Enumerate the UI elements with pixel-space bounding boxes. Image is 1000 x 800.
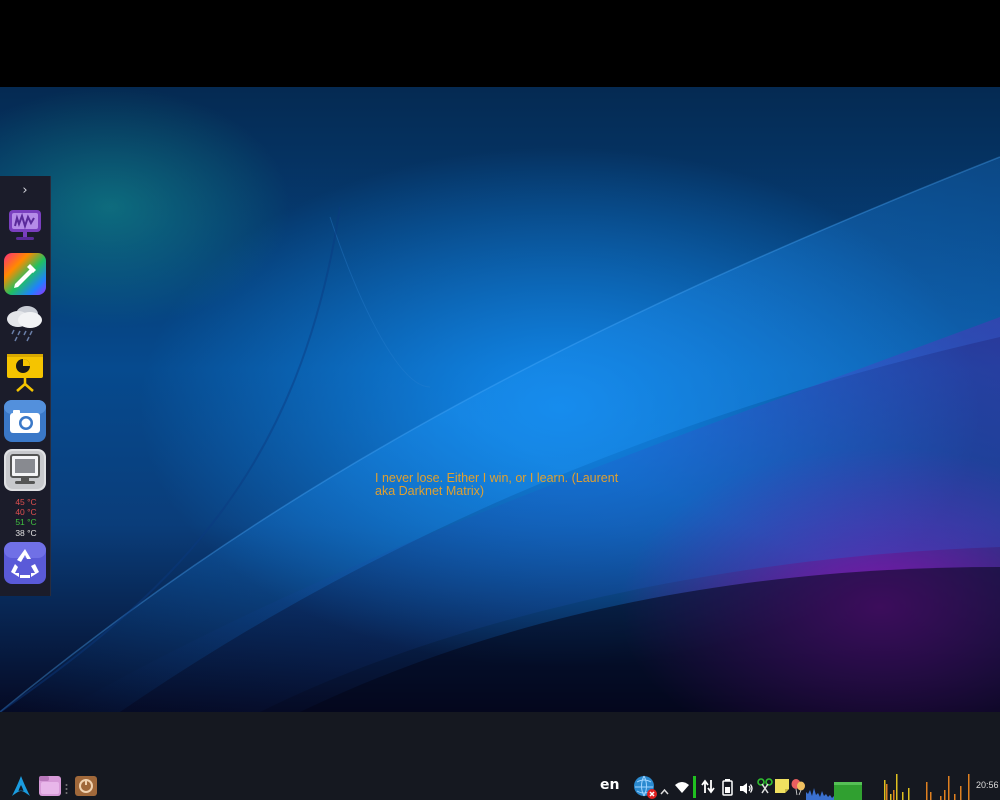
clipboard-icon[interactable] [757, 778, 773, 794]
temperature-value: 45 °C [15, 497, 37, 507]
temperature-value: 40 °C [15, 507, 37, 518]
notes-icon[interactable] [774, 778, 790, 794]
desktop-wallpaper: I never lose. Either I win, or I learn. … [0, 87, 1000, 712]
wallpaper-waves [0, 156, 1000, 712]
activity-indicator [693, 776, 696, 798]
keyboard-layout-indicator[interactable]: en [600, 776, 619, 794]
volume-icon[interactable] [739, 780, 753, 794]
network-traffic-graph[interactable] [806, 778, 834, 800]
chevron-up-icon[interactable] [660, 781, 669, 795]
app-icon[interactable] [74, 775, 98, 797]
desktop-quote: I never lose. Either I win, or I learn. … [375, 471, 619, 498]
monitor-gauge-icon[interactable] [4, 204, 46, 246]
clock[interactable]: 20:56 [976, 779, 999, 791]
side-dock: › 45 °C 40 °C 51 °C 38 °C [0, 176, 51, 596]
wifi-icon[interactable] [674, 779, 690, 793]
battery-icon[interactable] [721, 778, 735, 796]
temperature-value: 38 °C [15, 527, 37, 538]
cpu-usage-graph[interactable] [882, 770, 972, 800]
camera-icon[interactable] [4, 400, 46, 442]
transfer-icon[interactable] [701, 779, 715, 794]
taskbar-separator [65, 780, 68, 794]
presentation-board-icon[interactable] [4, 351, 46, 393]
memory-usage-graph[interactable] [834, 782, 862, 800]
temperature-value: 51 °C [15, 517, 37, 528]
desktop-screen: I never lose. Either I win, or I learn. … [0, 0, 1000, 800]
cpu-temperature-readout: 45 °C 40 °C 51 °C 38 °C [6, 497, 46, 538]
arch-logo-icon[interactable] [10, 775, 32, 797]
network-globe-icon[interactable] [633, 775, 659, 800]
balloons-icon[interactable] [790, 778, 806, 796]
eyedropper-icon[interactable] [4, 253, 46, 295]
dock-expand-button[interactable]: › [0, 184, 50, 198]
folder-icon[interactable] [38, 775, 62, 797]
recycle-icon[interactable] [4, 542, 46, 584]
computer-icon[interactable] [4, 449, 46, 491]
weather-rain-cloud-icon[interactable] [4, 302, 46, 344]
